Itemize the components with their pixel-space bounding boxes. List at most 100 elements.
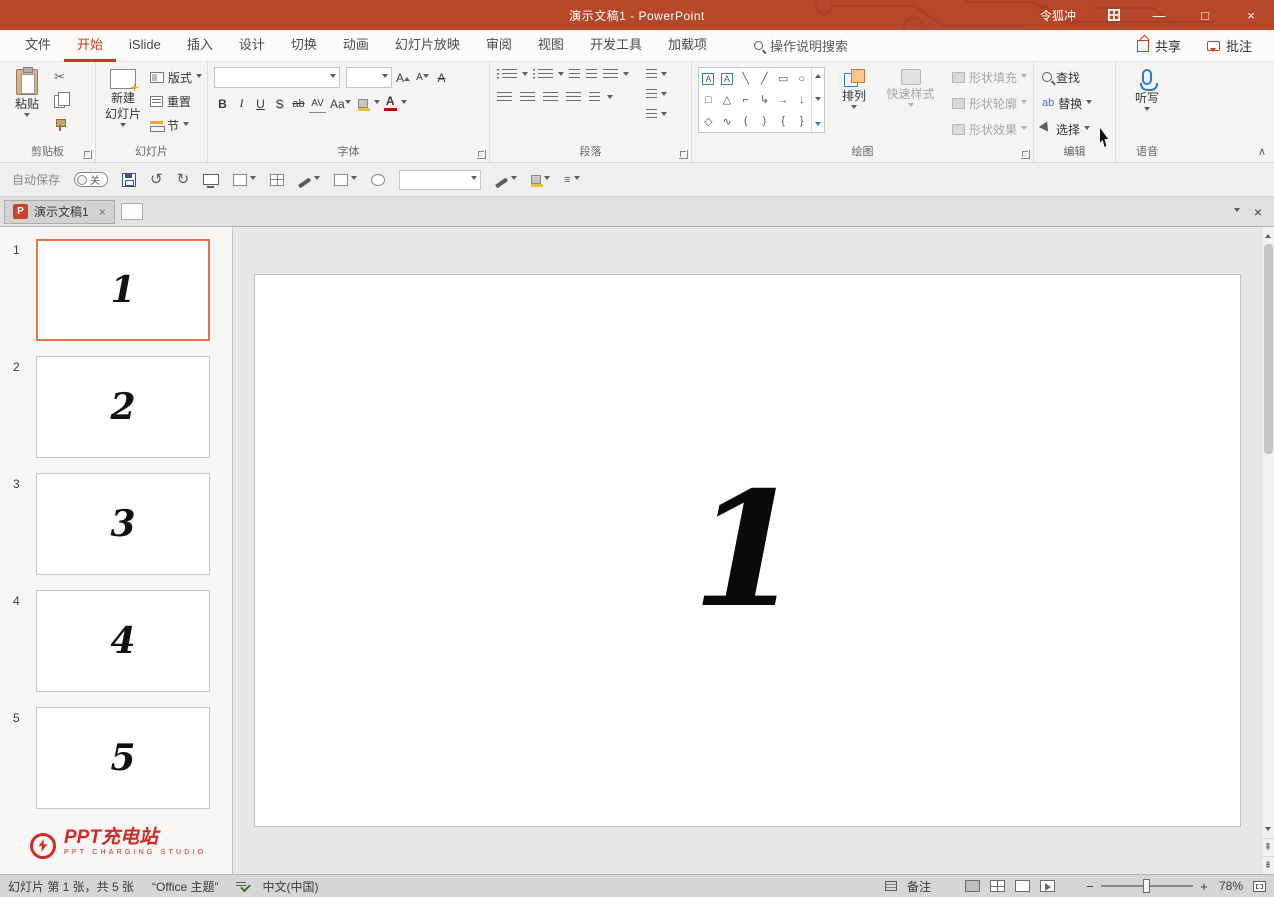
- tab-addins[interactable]: 加载项: [655, 30, 720, 62]
- font-color-dropdown-icon[interactable]: [401, 100, 407, 107]
- shrink-font-button[interactable]: A: [414, 68, 431, 87]
- align-text-button[interactable]: [645, 87, 667, 103]
- document-tab-close-icon[interactable]: ×: [99, 205, 106, 219]
- shape-curve-icon[interactable]: ∿: [718, 111, 737, 132]
- pen-color-button[interactable]: [495, 176, 517, 183]
- shape-elbow-arrow-icon[interactable]: ↳: [755, 89, 774, 110]
- bullets-icon[interactable]: [502, 69, 517, 81]
- zoom-out-button[interactable]: −: [1085, 879, 1095, 894]
- theme-name[interactable]: “Office 主题”: [152, 878, 218, 895]
- shape-rounded-rect-icon[interactable]: □: [699, 89, 718, 110]
- font-color-button[interactable]: A: [382, 94, 399, 113]
- underline-button[interactable]: U: [252, 94, 269, 113]
- undo-icon[interactable]: ↺: [150, 172, 163, 188]
- justify-icon[interactable]: [566, 92, 581, 104]
- replace-button[interactable]: ab替换: [1042, 93, 1092, 113]
- highlight-color-button[interactable]: [355, 94, 372, 113]
- tell-me-search[interactable]: 操作说明搜索: [754, 36, 848, 55]
- scroll-up-button[interactable]: [1262, 227, 1274, 242]
- paragraph-dialog-launcher-icon[interactable]: [679, 150, 688, 159]
- slide-counter[interactable]: 幻灯片 第 1 张，共 5 张: [8, 878, 134, 895]
- arrange-button[interactable]: 排列: [833, 67, 875, 114]
- shape-brace-left-icon[interactable]: {: [774, 111, 793, 132]
- previous-slide-button[interactable]: ⇞: [1262, 838, 1274, 856]
- grow-font-button[interactable]: A: [394, 68, 412, 87]
- align-left-icon[interactable]: [497, 92, 512, 104]
- start-slideshow-icon[interactable]: [203, 174, 219, 185]
- language-indicator[interactable]: 中文(中国): [262, 878, 318, 895]
- new-slide-button[interactable]: 新建 幻灯片: [102, 67, 144, 132]
- character-spacing-button[interactable]: AV: [309, 94, 326, 113]
- numbering-icon[interactable]: [538, 69, 553, 81]
- shape-diamond-icon[interactable]: ◇: [699, 111, 718, 132]
- decrease-indent-icon[interactable]: [569, 69, 580, 81]
- shape-arc-right-icon[interactable]: ): [755, 111, 774, 132]
- paste-dropdown-icon[interactable]: [24, 113, 30, 120]
- italic-button[interactable]: I: [233, 94, 250, 113]
- tab-design[interactable]: 设计: [226, 30, 278, 62]
- ink-quick-button[interactable]: [298, 176, 320, 183]
- tab-developer[interactable]: 开发工具: [577, 30, 655, 62]
- copy-button[interactable]: [54, 91, 66, 111]
- zoom-slider[interactable]: [1101, 885, 1193, 887]
- vertical-scrollbar[interactable]: ⇞ ⇟: [1261, 227, 1274, 874]
- clipboard-dialog-launcher-icon[interactable]: [83, 150, 92, 159]
- shape-outline-button[interactable]: 形状轮廓: [952, 93, 1027, 113]
- ribbon-display-options-icon[interactable]: [1092, 0, 1136, 30]
- shape-oval-icon[interactable]: ○: [792, 68, 811, 89]
- tab-view[interactable]: 视图: [525, 30, 577, 62]
- shape-elbow-connector-icon[interactable]: ⌐: [736, 89, 755, 110]
- shape-triangle-icon[interactable]: △: [718, 89, 737, 110]
- new-document-tab-button[interactable]: [121, 203, 143, 220]
- normal-view-icon[interactable]: [965, 880, 980, 892]
- shape-arc-left-icon[interactable]: (: [736, 111, 755, 132]
- slide-number-text[interactable]: 1: [692, 458, 802, 643]
- cut-button[interactable]: ✂: [54, 67, 66, 87]
- align-center-icon[interactable]: [520, 92, 535, 104]
- tab-slideshow[interactable]: 幻灯片放映: [382, 30, 473, 62]
- highlighter-button[interactable]: [531, 175, 550, 184]
- font-size-combo[interactable]: [346, 67, 392, 88]
- reset-button[interactable]: 重置: [150, 91, 202, 111]
- columns-icon[interactable]: [589, 92, 600, 104]
- fit-to-window-icon[interactable]: [1253, 881, 1266, 892]
- shapes-scroll-down-icon[interactable]: [815, 97, 821, 104]
- comments-button[interactable]: 批注: [1207, 36, 1252, 55]
- customize-qat-button[interactable]: ≡: [564, 172, 579, 188]
- font-dialog-launcher-icon[interactable]: [477, 150, 486, 159]
- share-button[interactable]: 共享: [1137, 36, 1181, 55]
- align-right-icon[interactable]: [543, 92, 558, 104]
- notes-icon[interactable]: [885, 881, 897, 891]
- autosave-toggle[interactable]: 关: [74, 172, 108, 187]
- dictate-button[interactable]: 听写: [1126, 67, 1168, 116]
- zoom-in-button[interactable]: +: [1199, 879, 1209, 894]
- close-button[interactable]: ×: [1228, 0, 1274, 30]
- font-size-dropdown-icon[interactable]: [382, 74, 388, 81]
- spellcheck-icon[interactable]: [236, 880, 248, 892]
- clear-formatting-button[interactable]: A: [433, 68, 450, 87]
- tab-bar-close-icon[interactable]: ×: [1254, 204, 1262, 220]
- shape-textbox-h-icon[interactable]: A: [699, 68, 718, 89]
- tab-animations[interactable]: 动画: [330, 30, 382, 62]
- text-shadow-button[interactable]: S: [271, 94, 288, 113]
- layout-quick-button[interactable]: [233, 174, 256, 186]
- increase-indent-icon[interactable]: [586, 69, 597, 81]
- table-quick-icon[interactable]: [270, 174, 284, 186]
- shape-brace-right-icon[interactable]: }: [792, 111, 811, 132]
- reading-view-icon[interactable]: [1015, 880, 1030, 892]
- section-button[interactable]: 节: [150, 115, 202, 135]
- shape-fill-button[interactable]: 形状填充: [952, 67, 1027, 87]
- font-name-dropdown-icon[interactable]: [330, 74, 336, 81]
- layout-button[interactable]: 版式: [150, 67, 202, 87]
- slide-thumbnail[interactable]: 1: [36, 239, 210, 341]
- shape-effects-button[interactable]: 形状效果: [952, 119, 1027, 139]
- text-direction-button[interactable]: [645, 67, 667, 83]
- font-name-combo[interactable]: [214, 67, 340, 88]
- shapes-gallery-scroll[interactable]: [811, 68, 824, 132]
- maximize-button[interactable]: □: [1182, 0, 1228, 30]
- highlight-dropdown-icon[interactable]: [374, 100, 380, 107]
- tab-islide[interactable]: iSlide: [116, 30, 174, 62]
- tab-list-dropdown-icon[interactable]: [1234, 208, 1240, 215]
- tab-transitions[interactable]: 切换: [278, 30, 330, 62]
- line-spacing-icon[interactable]: [603, 69, 618, 81]
